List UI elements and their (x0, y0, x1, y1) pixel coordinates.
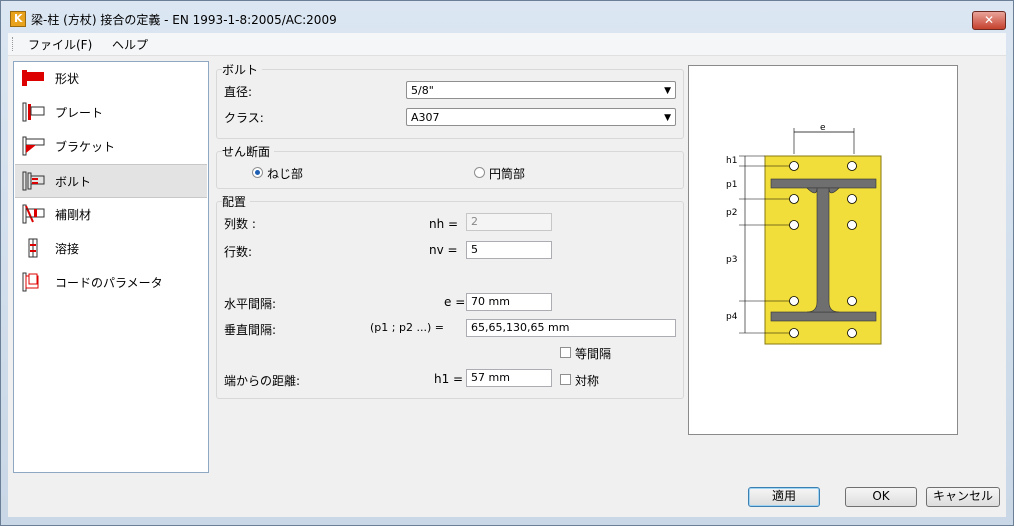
bolt-hole (789, 328, 799, 338)
chevron-down-icon: ▼ (664, 86, 671, 96)
bolt-group (216, 69, 684, 139)
weld-icon (28, 238, 38, 258)
columns-label: 列数 : (224, 217, 256, 231)
diameter-value: 5/8" (411, 84, 434, 97)
dialog-client: ファイル(F) ヘルプ 形状 プレート ブラケット ボルト 補剛材 溶接 コード… (8, 33, 1006, 517)
bolt-hole (847, 161, 857, 171)
horizontal-spacing-input[interactable]: 70 mm (466, 293, 552, 311)
apply-button[interactable]: 適用 (748, 487, 820, 507)
rows-input[interactable]: 5 (466, 241, 552, 259)
chevron-down-icon: ▼ (664, 113, 671, 123)
p2-label: p2 (726, 208, 737, 218)
nav-item-shape[interactable]: 形状 (15, 62, 207, 94)
vertical-spacing-input[interactable]: 65,65,130,65 mm (466, 319, 676, 337)
h1-label: h1 (726, 156, 737, 166)
nav-label: ブラケット (55, 140, 116, 154)
dialog-window: K 梁-柱 (方杖) 接合の定義 - EN 1993-1-8:2005/AC:2… (0, 0, 1014, 526)
shape-icon (22, 70, 44, 86)
horizontal-spacing-symbol: e = (444, 295, 466, 309)
stiffener-icon (22, 204, 45, 224)
preview-panel: e h1 p1 p2 p3 p4 (688, 65, 958, 435)
horizontal-spacing-label: 水平間隔: (224, 297, 277, 311)
p1-label: p1 (726, 180, 737, 190)
title-bar[interactable]: K 梁-柱 (方杖) 接合の定義 - EN 1993-1-8:2005/AC:2… (1, 1, 1013, 35)
nav-item-stiffener[interactable]: 補剛材 (15, 198, 207, 230)
bolt-hole (789, 194, 799, 204)
nav-item-weld[interactable]: 溶接 (15, 232, 207, 264)
vertical-spacing-label: 垂直間隔: (224, 323, 277, 337)
section-nav: 形状 プレート ブラケット ボルト 補剛材 溶接 コードのパラメータ (13, 61, 209, 473)
nav-label: コードのパラメータ (55, 276, 163, 290)
cancel-button[interactable]: キャンセル (926, 487, 1000, 507)
bolt-hole (789, 161, 799, 171)
menu-grip-icon (12, 37, 15, 51)
nav-item-code-parameters[interactable]: コードのパラメータ (15, 266, 207, 298)
window-title: 梁-柱 (方杖) 接合の定義 - EN 1993-1-8:2005/AC:200… (31, 13, 337, 27)
shear-plane-group-title: せん断面 (222, 143, 275, 160)
shank-radio-label[interactable]: 円筒部 (489, 165, 525, 182)
bolt-layout-drawing: e h1 p1 p2 p3 p4 (726, 123, 882, 345)
bolt-hole (847, 220, 857, 230)
nav-item-bracket[interactable]: ブラケット (15, 130, 207, 162)
class-label: クラス: (224, 111, 264, 125)
bolt-hole (789, 296, 799, 306)
class-value: A307 (411, 111, 440, 124)
edge-distance-symbol: h1 = (434, 372, 464, 386)
edge-distance-input[interactable]: 57 mm (466, 369, 552, 387)
bracket-icon (22, 136, 45, 156)
ok-button[interactable]: OK (845, 487, 917, 507)
close-button[interactable]: ✕ (972, 11, 1006, 30)
symmetric-checkbox[interactable] (560, 374, 571, 385)
beam-top-flange (770, 178, 877, 189)
thread-radio-label[interactable]: ねじ部 (267, 165, 303, 182)
columns-symbol: nh = (429, 217, 459, 231)
diameter-select[interactable]: 5/8" ▼ (406, 81, 676, 99)
bolt-group-title: ボルト (222, 61, 263, 78)
layout-group-title: 配置 (222, 193, 251, 210)
nav-label: 溶接 (55, 242, 80, 256)
nav-label: 形状 (55, 72, 80, 86)
rows-label: 行数: (224, 245, 253, 259)
columns-input[interactable]: 2 (466, 213, 552, 231)
bolt-hole (847, 328, 857, 338)
rows-symbol: nv = (429, 243, 458, 257)
menu-help[interactable]: ヘルプ (112, 36, 148, 53)
symmetric-label[interactable]: 対称 (575, 372, 599, 389)
equal-spacing-checkbox[interactable] (560, 347, 571, 358)
bolt-hole (789, 220, 799, 230)
nav-label: 補剛材 (55, 208, 92, 222)
nav-item-bolt[interactable]: ボルト (15, 164, 207, 198)
class-select[interactable]: A307 ▼ (406, 108, 676, 126)
nav-label: プレート (55, 106, 104, 120)
menu-bar: ファイル(F) ヘルプ (8, 33, 1006, 56)
shank-radio[interactable] (474, 167, 485, 178)
p4-label: p4 (726, 312, 738, 322)
diameter-label: 直径: (224, 85, 253, 99)
bolt-icon (22, 171, 45, 191)
vertical-spacing-symbol: (p1 ; p2 ...) = (370, 321, 444, 334)
dimension-labels: h1 p1 p2 p3 p4 (726, 156, 738, 322)
plate-icon (22, 102, 45, 122)
equal-spacing-label[interactable]: 等間隔 (575, 345, 611, 362)
bolt-hole (847, 194, 857, 204)
nav-label: ボルト (55, 175, 92, 189)
p3-label: p3 (726, 255, 737, 265)
app-icon-letter: K (14, 12, 23, 25)
e-label: e (820, 123, 826, 133)
menu-file[interactable]: ファイル(F) (28, 36, 92, 53)
code-parameters-icon (22, 272, 39, 292)
bolt-hole (847, 296, 857, 306)
beam-bottom-flange (770, 311, 877, 322)
edge-distance-label: 端からの距離: (224, 374, 301, 388)
thread-radio[interactable] (252, 167, 263, 178)
app-icon: K (10, 11, 26, 27)
nav-item-plate[interactable]: プレート (15, 96, 207, 128)
